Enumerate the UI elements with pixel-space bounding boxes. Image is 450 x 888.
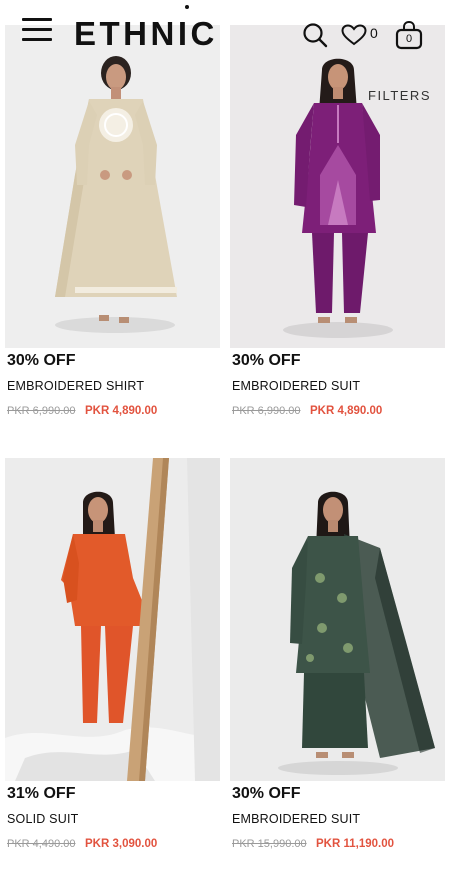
original-price: PKR 6,990.00 bbox=[7, 405, 76, 417]
sale-price: PKR 11,190.00 bbox=[316, 838, 395, 850]
discount-badge: 30% OFF bbox=[232, 352, 301, 369]
original-price: PKR 6,990.00 bbox=[232, 405, 301, 417]
product-name[interactable]: EMBROIDERED SUIT bbox=[232, 812, 360, 826]
product-image[interactable] bbox=[230, 458, 445, 781]
menu-icon[interactable] bbox=[22, 18, 52, 42]
product-card[interactable]: 30% OFF EMBROIDERED SHIRT PKR 6,990.00 P… bbox=[5, 25, 220, 425]
sale-price: PKR 3,090.00 bbox=[85, 838, 158, 850]
product-image[interactable] bbox=[230, 25, 445, 348]
product-card[interactable]: 31% OFF SOLID SUIT PKR 4,490.00 PKR 3,09… bbox=[5, 458, 220, 858]
sale-price: PKR 4,890.00 bbox=[85, 405, 158, 417]
heart-icon[interactable] bbox=[341, 24, 367, 46]
bag-count: 0 bbox=[405, 33, 413, 45]
discount-badge: 30% OFF bbox=[232, 785, 301, 802]
product-image[interactable] bbox=[5, 25, 220, 348]
product-card[interactable]: 30% OFF EMBROIDERED SUIT PKR 15,990.00 P… bbox=[230, 458, 445, 858]
product-name[interactable]: EMBROIDERED SUIT bbox=[232, 379, 360, 393]
search-icon[interactable] bbox=[302, 22, 328, 48]
original-price: PKR 15,990.00 bbox=[232, 838, 307, 850]
discount-badge: 30% OFF bbox=[7, 352, 76, 369]
discount-badge: 31% OFF bbox=[7, 785, 76, 802]
wishlist-count: 0 bbox=[370, 25, 378, 41]
product-image[interactable] bbox=[5, 458, 220, 781]
logo-accent-dot bbox=[185, 5, 189, 9]
brand-logo[interactable]: ETHNIC bbox=[74, 14, 218, 54]
filters-button[interactable]: FILTERS bbox=[368, 88, 431, 103]
app-header: ETHNIC 0 0 bbox=[0, 0, 450, 60]
product-name[interactable]: EMBROIDERED SHIRT bbox=[7, 379, 144, 393]
product-card[interactable]: 30% OFF EMBROIDERED SUIT PKR 6,990.00 PK… bbox=[230, 25, 445, 425]
sale-price: PKR 4,890.00 bbox=[310, 405, 383, 417]
product-name[interactable]: SOLID SUIT bbox=[7, 812, 78, 826]
original-price: PKR 4,490.00 bbox=[7, 838, 76, 850]
